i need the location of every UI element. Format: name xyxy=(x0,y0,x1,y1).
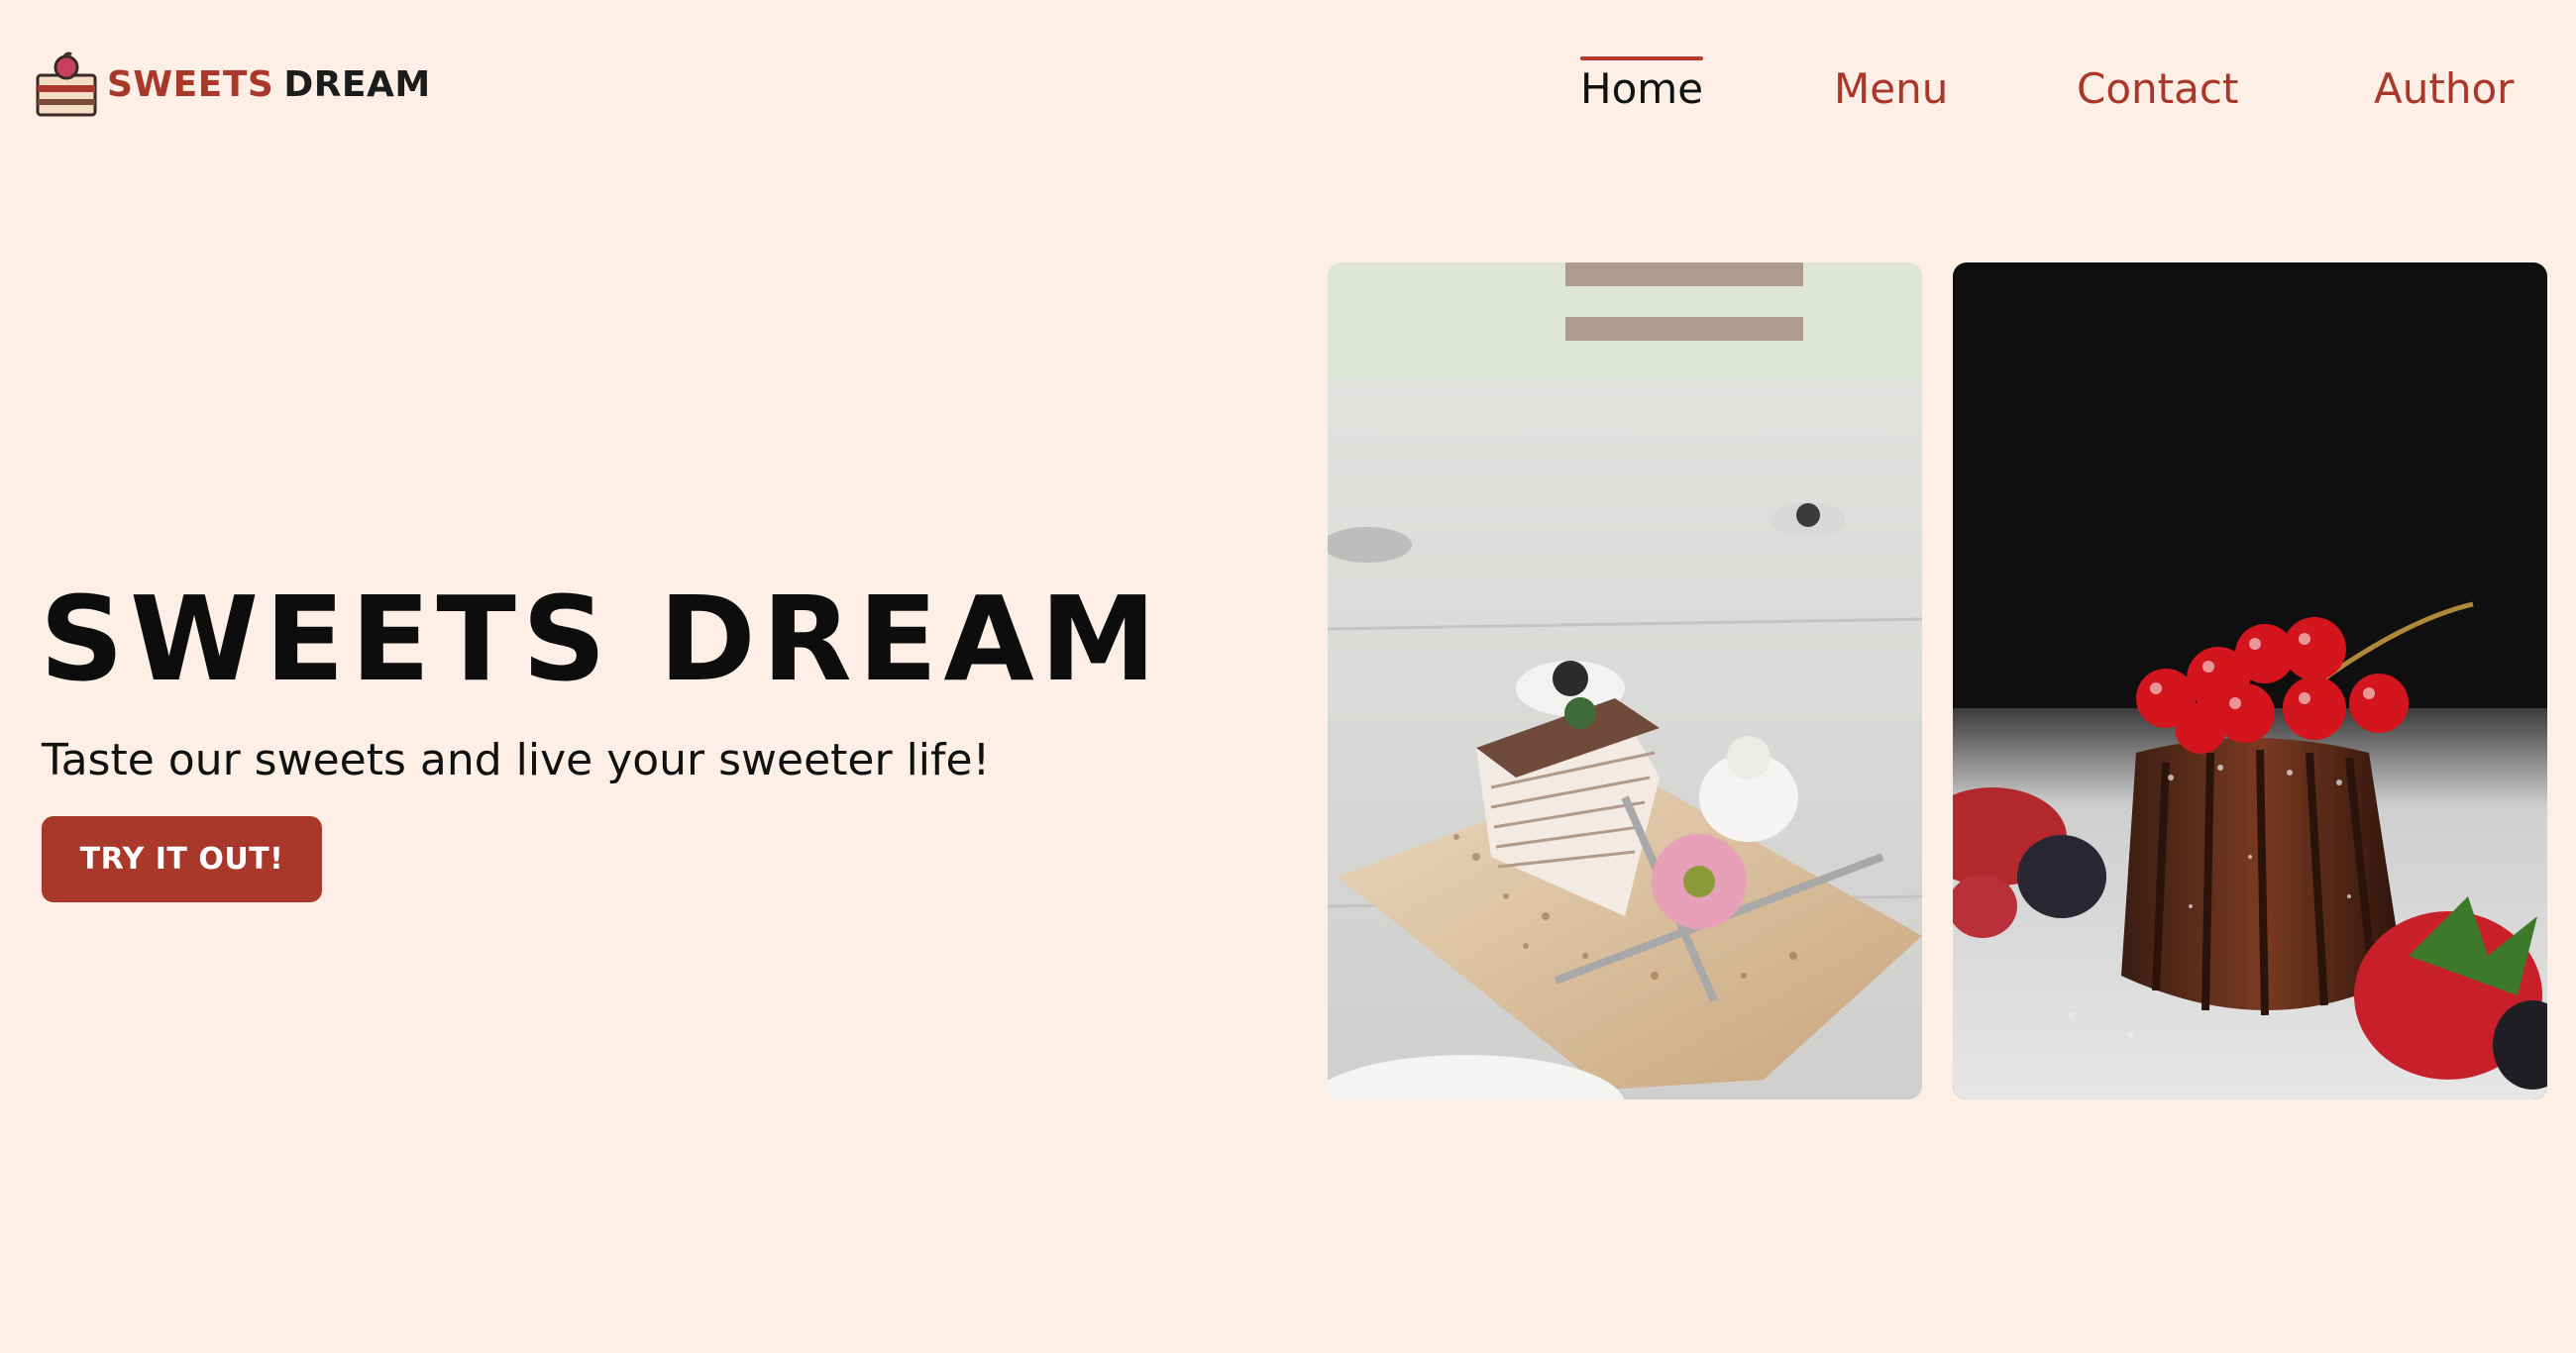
nav-home-link[interactable]: Home xyxy=(1580,56,1704,113)
try-it-out-button[interactable]: TRY IT OUT! xyxy=(42,816,322,902)
brand-name: SWEETS DREAM xyxy=(107,64,431,105)
brand-word-1: SWEETS xyxy=(107,63,274,105)
canele-with-berries-photo xyxy=(1953,262,2547,1099)
brand-word-2: DREAM xyxy=(283,63,431,105)
nav-menu-link[interactable]: Menu xyxy=(1834,65,1948,113)
cake-slice-icon xyxy=(36,52,97,117)
brand-logo[interactable]: SWEETS DREAM xyxy=(34,50,431,119)
crepe-cake-photo xyxy=(1328,262,1922,1099)
nav-author-link[interactable]: Author xyxy=(2374,65,2514,113)
hero-subtitle: Taste our sweets and live your sweeter l… xyxy=(42,735,991,785)
nav-contact-link[interactable]: Contact xyxy=(2077,65,2238,113)
hero-title: SWEETS DREAM xyxy=(40,571,1163,707)
